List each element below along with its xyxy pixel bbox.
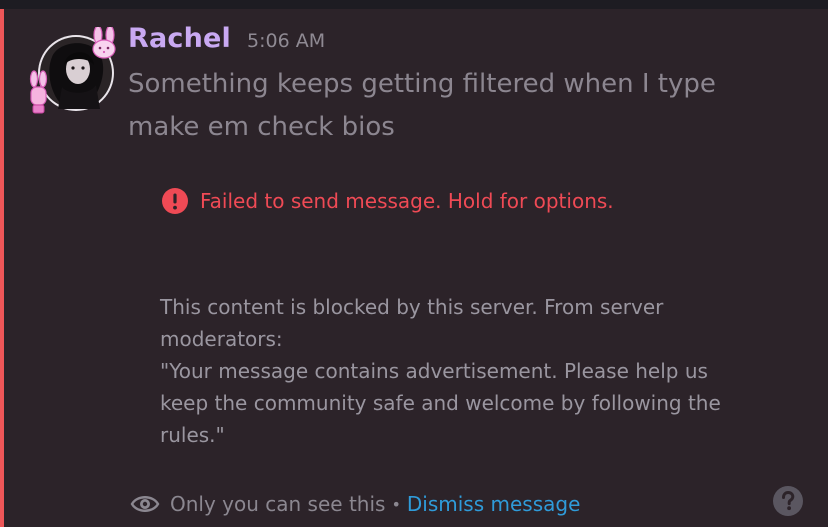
exclamation-circle-icon: [162, 188, 188, 214]
send-failed-notice[interactable]: Failed to send message. Hold for options…: [162, 188, 614, 214]
author-name[interactable]: Rachel: [128, 23, 231, 54]
moderation-quote: "Your message contains advertisement. Pl…: [160, 359, 721, 447]
send-failed-text: Failed to send message. Hold for options…: [200, 189, 614, 213]
separator: •: [391, 494, 401, 514]
question-circle-icon[interactable]: [773, 486, 803, 516]
ephemeral-footer: Only you can see this • Dismiss message: [130, 492, 580, 516]
eye-icon: [130, 492, 160, 516]
error-accent-bar: [0, 9, 4, 527]
moderation-notice: This content is blocked by this server. …: [160, 291, 760, 451]
timestamp: 5:06 AM: [247, 30, 326, 52]
avatar[interactable]: [28, 25, 116, 114]
message-content: Something keeps getting filtered when I …: [128, 69, 716, 142]
message-header: Rachel 5:06 AM: [128, 23, 325, 57]
moderation-intro: This content is blocked by this server. …: [160, 295, 664, 351]
failed-message[interactable]: Rachel 5:06 AM Something keeps getting f…: [0, 9, 828, 527]
dismiss-message-link[interactable]: Dismiss message: [407, 492, 581, 516]
visibility-text: Only you can see this: [170, 492, 386, 516]
top-strip: [0, 0, 828, 9]
